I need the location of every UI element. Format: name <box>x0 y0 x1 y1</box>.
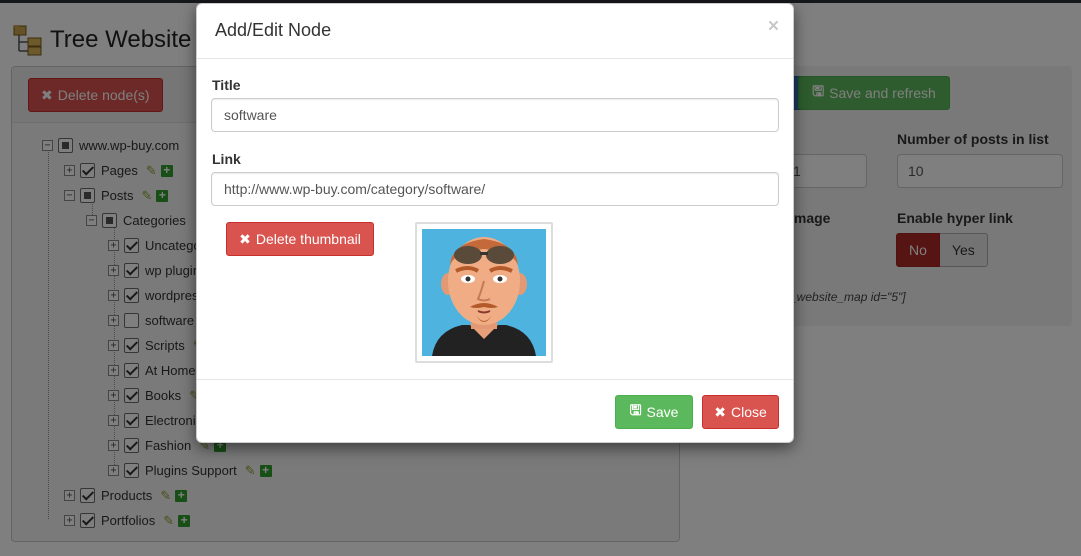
modal-footer: 🖫 Save ✖ Close <box>197 379 793 442</box>
delete-thumbnail-label: Delete thumbnail <box>255 231 361 247</box>
link-input[interactable]: http://www.wp-buy.com/category/software/ <box>211 172 779 206</box>
modal-header: Add/Edit Node × <box>197 4 793 59</box>
thumbnail-image <box>415 222 553 363</box>
link-label: Link <box>212 151 241 167</box>
close-icon: ✖ <box>239 230 251 247</box>
add-edit-node-modal: Add/Edit Node × Title software Link http… <box>196 3 794 443</box>
close-icon[interactable]: × <box>768 16 779 38</box>
avatar <box>422 229 546 356</box>
floppy-icon: 🖫 <box>629 402 642 418</box>
save-button[interactable]: 🖫 Save <box>615 395 693 429</box>
modal-title: Add/Edit Node <box>215 20 332 40</box>
close-label: Close <box>730 404 767 420</box>
delete-thumbnail-button[interactable]: ✖ Delete thumbnail <box>226 222 374 256</box>
close-icon: ✖ <box>714 403 726 420</box>
close-button[interactable]: ✖ Close <box>702 395 779 429</box>
title-label: Title <box>212 77 241 93</box>
title-input[interactable]: software <box>211 98 779 132</box>
save-label: Save <box>646 404 679 420</box>
